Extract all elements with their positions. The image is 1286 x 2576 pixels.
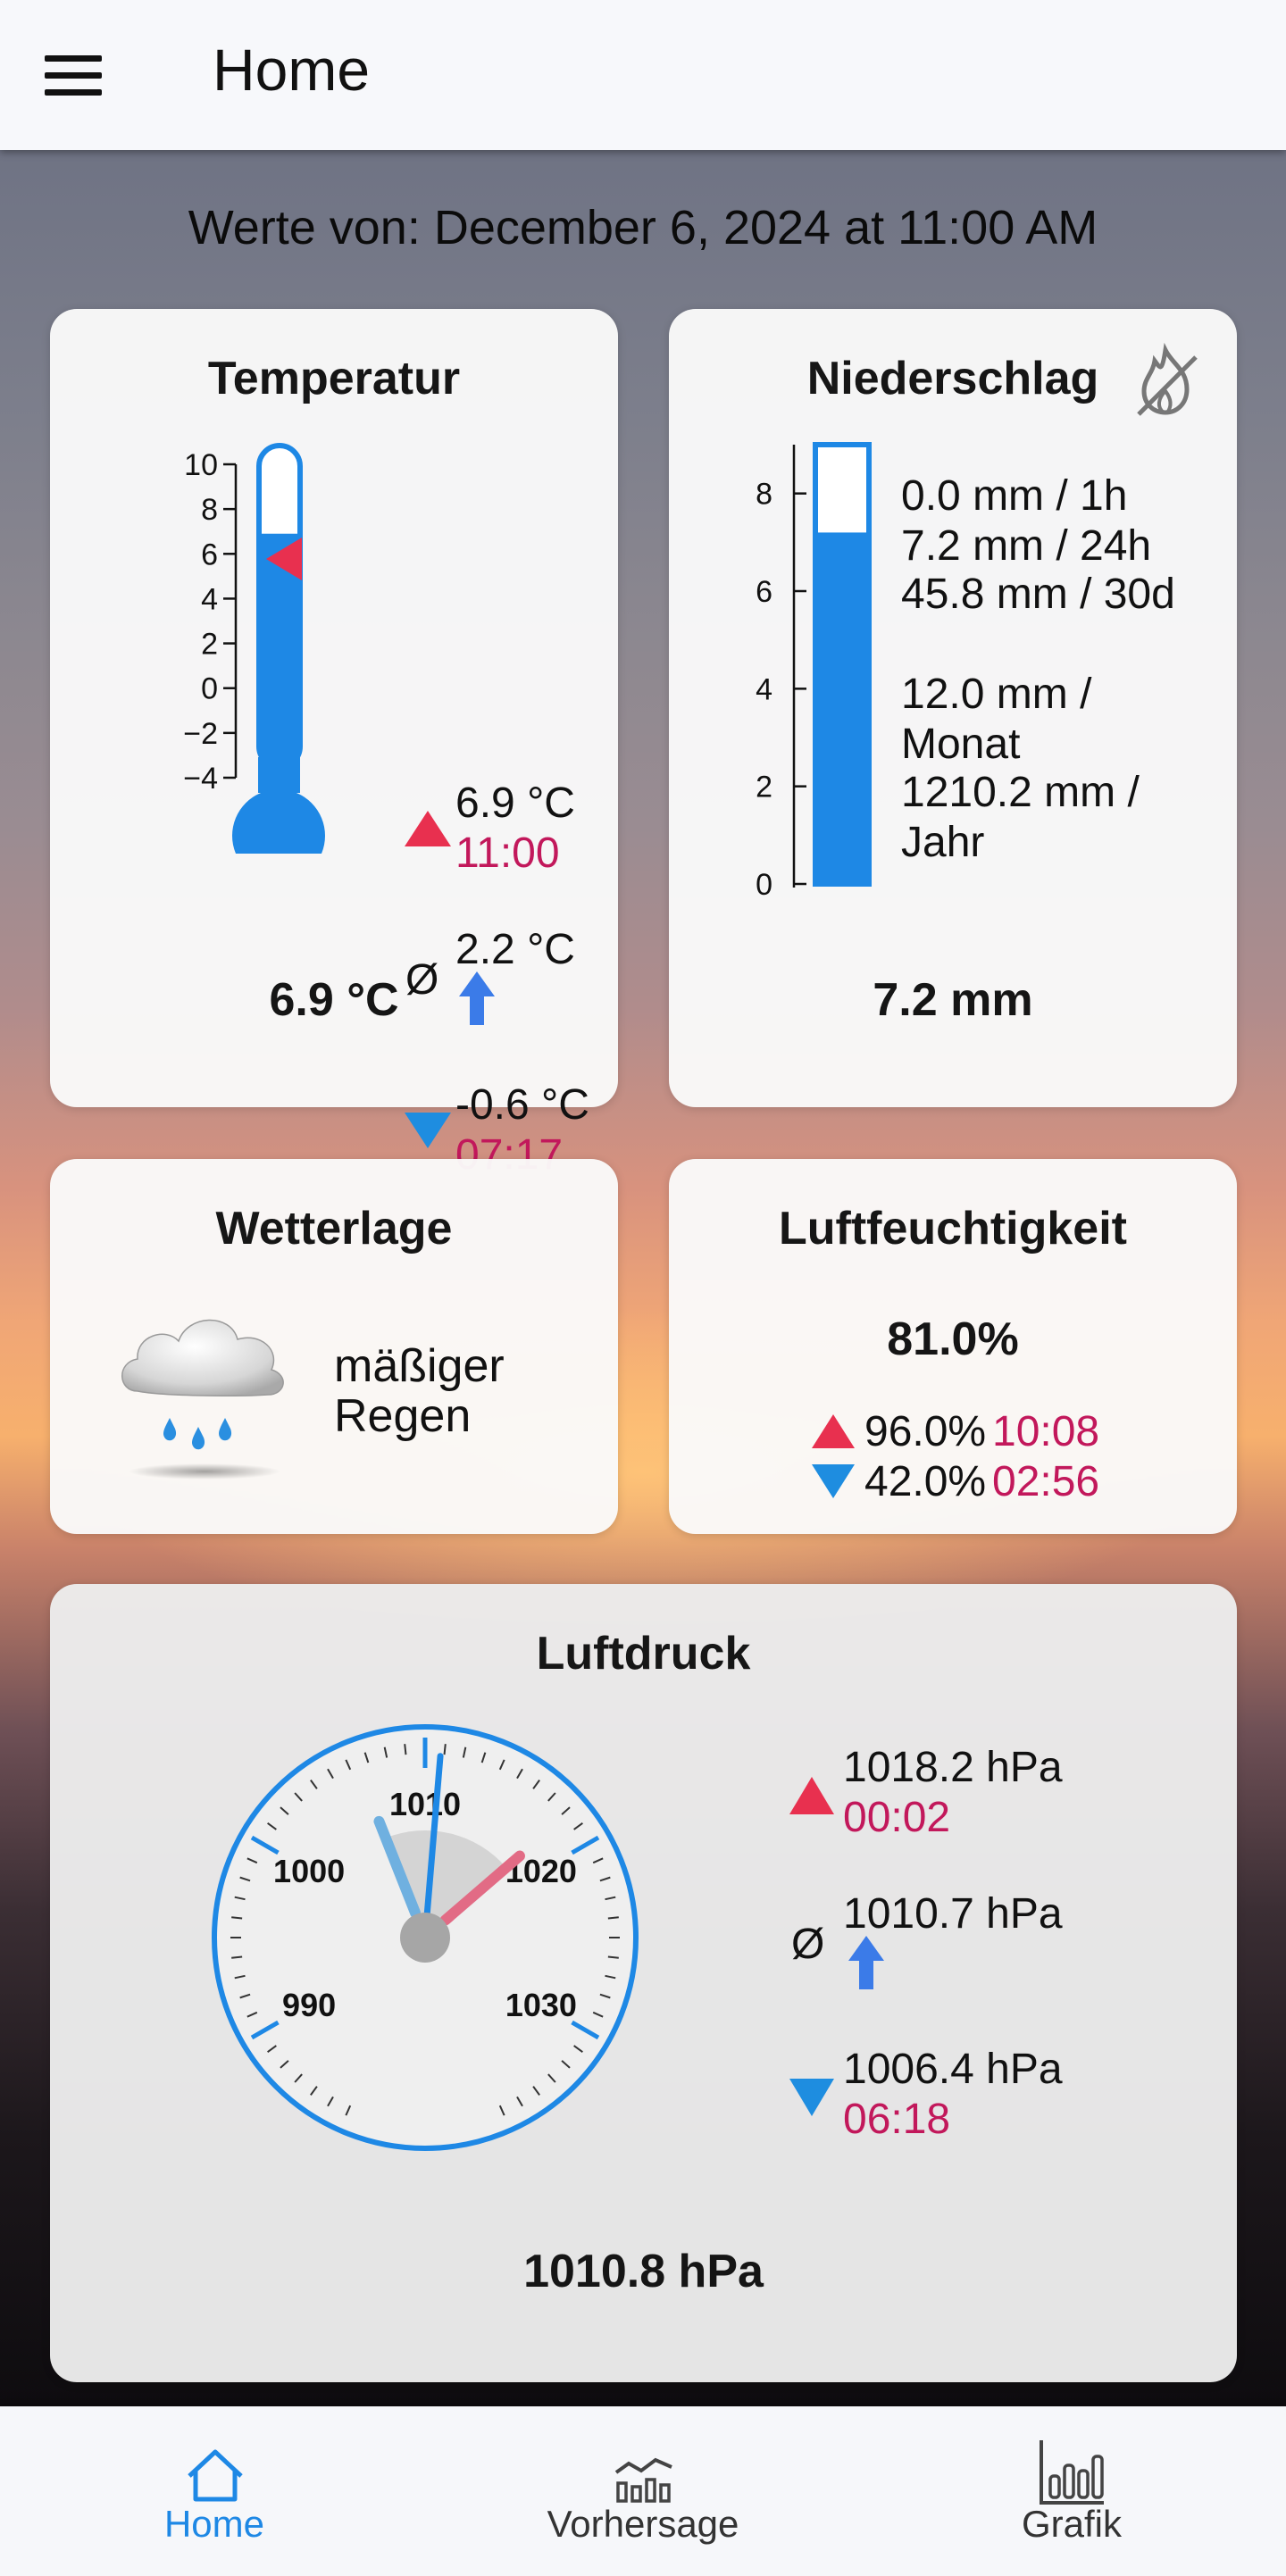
precipitation-month-label: Monat — [901, 721, 1021, 768]
card-title: Luftdruck — [536, 1628, 751, 1680]
trend-up-arrow-icon — [848, 1936, 884, 1989]
precipitation-tick-label: 2 — [756, 771, 772, 804]
temperature-card[interactable]: Temperatur 10 8 6 4 2 0 −2 −4 6.9 °C 11:00 Ø 2.… — [50, 309, 618, 1179]
precipitation-tick-label: 6 — [756, 575, 772, 609]
precipitation-year-label: Jahr — [901, 819, 985, 866]
dial-minor-tick — [443, 1744, 447, 1755]
temperature-min: -0.6 °C — [455, 1081, 589, 1129]
card-title: Wetterlage — [215, 1203, 453, 1255]
app-bar: Home — [0, 0, 1286, 150]
temperature-max-time: 11:00 — [455, 829, 560, 877]
pressure-current: 1010.8 hPa — [523, 2246, 764, 2297]
thermometer-tick-label: 6 — [201, 538, 218, 571]
humidity-min-time: 02:56 — [992, 1458, 1100, 1505]
precipitation-1h: 0.0 mm / 1h — [901, 472, 1128, 520]
thermometer-tick-label: −4 — [183, 762, 218, 796]
nav-home[interactable]: Home — [125, 2406, 304, 2576]
precipitation-month-value: 12.0 mm / — [901, 671, 1092, 718]
average-symbol: Ø — [791, 1921, 825, 1968]
dial-label: 1000 — [273, 1853, 345, 1889]
max-triangle-icon — [405, 811, 451, 846]
home-icon — [188, 2449, 243, 2502]
pressure-card[interactable]: Luftdruck 990 1000 1010 1020 1030 1018.2 hPa… — [50, 1584, 1237, 2382]
nav-graph[interactable]: Grafik — [982, 2406, 1161, 2576]
temperature-markers — [266, 538, 302, 746]
humidity-current: 81.0% — [887, 1313, 1019, 1365]
weather-condition-line2: Regen — [334, 1390, 472, 1442]
precipitation-gauge: 8 6 4 2 0 — [756, 442, 872, 902]
forecast-chart-icon — [614, 2457, 672, 2503]
dial-label: 990 — [282, 1987, 336, 2023]
pressure-max-time: 00:02 — [843, 1794, 951, 1841]
max-triangle-icon — [789, 1777, 834, 1814]
nav-forecast-label: Vorhersage — [547, 2503, 739, 2545]
dial-minor-tick — [607, 1916, 619, 1920]
max-triangle-icon — [812, 1414, 855, 1448]
humidity-min: 42.0% — [864, 1458, 987, 1505]
weather-condition-line1: mäßiger — [334, 1340, 505, 1392]
temperature-max: 6.9 °C — [455, 779, 575, 827]
temperature-avg: 2.2 °C — [455, 926, 575, 973]
thermometer-tick-label: 0 — [201, 672, 218, 706]
precipitation-current: 7.2 mm — [873, 974, 1033, 1026]
bottom-navigation: Home Vorhersage Grafik — [0, 2406, 1286, 2576]
min-triangle-icon — [812, 1464, 855, 1498]
thermometer-tick-label: 4 — [201, 582, 218, 616]
pressure-min: 1006.4 hPa — [843, 2046, 1063, 2093]
nav-forecast[interactable]: Vorhersage — [518, 2406, 768, 2576]
min-triangle-icon — [405, 1113, 451, 1148]
thermometer-tick-label: 2 — [201, 628, 218, 662]
nav-graph-label: Grafik — [1021, 2503, 1122, 2545]
precipitation-card[interactable]: Niederschlag 86420 0.0 mm / 1h 7.2 mm / … — [669, 309, 1237, 1107]
humidity-card[interactable]: Luftfeuchtigkeit 81.0% 96.0% 10:08 42.0%… — [669, 1159, 1237, 1534]
dial-label: 1030 — [505, 1987, 577, 2023]
bar-chart-icon — [1040, 2440, 1104, 2505]
no-fire-icon[interactable] — [1133, 341, 1201, 420]
hamburger-menu-icon[interactable] — [45, 55, 102, 96]
pressure-min-time: 06:18 — [843, 2096, 951, 2143]
card-title: Temperatur — [207, 353, 461, 404]
precipitation-30d: 45.8 mm / 30d — [901, 571, 1175, 618]
barometer-dial: 9901000101010201030 — [212, 1724, 639, 2151]
pressure-avg: 1010.7 hPa — [843, 1890, 1063, 1938]
min-triangle-icon — [789, 2079, 834, 2116]
humidity-max: 96.0% — [864, 1408, 987, 1455]
thermometer-tick-label: 8 — [201, 493, 218, 527]
thermometer-tick-label: 10 — [184, 448, 218, 482]
pressure-max: 1018.2 hPa — [843, 1744, 1063, 1791]
weather-condition-card[interactable]: Wetterlage mäßiger Regen — [50, 1159, 618, 1534]
dial-minor-tick — [231, 1955, 243, 1959]
dial-label: 1010 — [389, 1786, 461, 1822]
thermometer-gauge: 10 8 6 4 2 0 −2 −4 — [183, 443, 325, 854]
rain-cloud-icon — [121, 1319, 284, 1480]
precipitation-tick-label: 4 — [756, 672, 772, 706]
humidity-max-time: 10:08 — [992, 1408, 1100, 1455]
timestamp-text: Werte von: December 6, 2024 at 11:00 AM — [188, 201, 1098, 254]
precipitation-year-value: 1210.2 mm / — [901, 769, 1140, 816]
thermometer-tick-label: −2 — [183, 717, 218, 751]
dial-minor-tick — [231, 1916, 243, 1920]
dial-minor-tick — [607, 1955, 619, 1959]
precipitation-tick-label: 0 — [756, 868, 772, 902]
temperature-current: 6.9 °C — [269, 974, 399, 1026]
precipitation-tick-label: 8 — [756, 478, 772, 512]
page-title: Home — [213, 37, 371, 103]
precipitation-24h: 7.2 mm / 24h — [901, 522, 1152, 570]
card-title: Luftfeuchtigkeit — [779, 1203, 1127, 1255]
nav-home-label: Home — [163, 2503, 265, 2545]
